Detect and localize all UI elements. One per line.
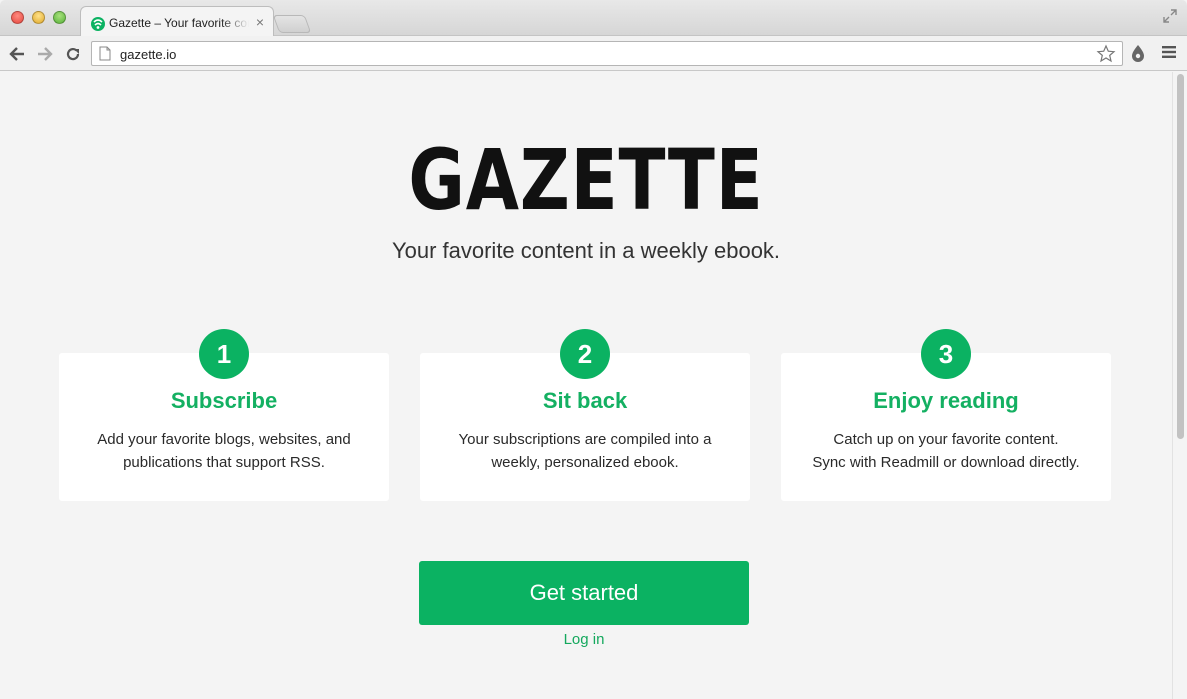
step-description: Your subscriptions are compiled into a w… (420, 428, 750, 474)
browser-window: Gazette – Your favorite content in a wee… (0, 0, 1187, 699)
step-description: Add your favorite blogs, websites, and p… (59, 428, 389, 474)
tab-close-icon[interactable]: × (256, 14, 264, 30)
browser-toolbar: gazette.io (0, 36, 1187, 71)
reload-button[interactable] (63, 44, 83, 64)
scrollbar-thumb[interactable] (1177, 74, 1184, 439)
step-number: 3 (921, 329, 971, 379)
forward-button[interactable] (35, 44, 55, 64)
address-bar[interactable]: gazette.io (91, 41, 1123, 66)
minimize-window-icon[interactable] (32, 11, 45, 24)
step-card-subscribe: 1 Subscribe Add your favorite blogs, web… (59, 329, 389, 501)
url-text: gazette.io (120, 47, 177, 62)
zoom-window-icon[interactable] (53, 11, 66, 24)
reload-icon (66, 47, 80, 61)
step-description-line: publications that support RSS. (123, 454, 325, 471)
step-description-line: Your subscriptions are compiled into a (458, 431, 712, 448)
step-card-enjoy-reading: 3 Enjoy reading Catch up on your favorit… (781, 329, 1111, 501)
window-controls (11, 11, 66, 24)
gazette-logo: GAZETTE (408, 131, 764, 229)
new-tab-icon[interactable] (272, 15, 312, 33)
step-description-line: Sync with Readmill or download directly. (812, 454, 1080, 471)
step-title: Enjoy reading (873, 388, 1019, 413)
step-number: 2 (560, 329, 610, 379)
back-button[interactable] (7, 44, 27, 64)
step-number: 1 (199, 329, 249, 379)
step-description: Catch up on your favorite content. Sync … (781, 428, 1111, 474)
bookmark-star-icon[interactable] (1096, 44, 1116, 64)
menu-icon[interactable] (1162, 46, 1176, 58)
tab-title: Gazette – Your favorite content in a wee… (109, 16, 249, 30)
tab-gazette[interactable]: Gazette – Your favorite content in a wee… (80, 6, 274, 37)
get-started-button[interactable]: Get started (419, 561, 749, 625)
step-description-line: Add your favorite blogs, websites, and (97, 431, 351, 448)
gazette-favicon-icon (91, 17, 105, 31)
step-description-line: Catch up on your favorite content. (833, 431, 1059, 448)
login-link[interactable]: Log in (419, 631, 749, 648)
tab-strip: Gazette – Your favorite content in a wee… (0, 0, 1187, 37)
step-title: Sit back (542, 388, 628, 413)
page-content: GAZETTE Your favorite content in a weekl… (0, 72, 1172, 699)
forward-arrow-icon (38, 47, 53, 61)
close-window-icon[interactable] (11, 11, 24, 24)
step-title: Subscribe (170, 388, 278, 413)
scrollbar[interactable] (1172, 72, 1187, 699)
back-arrow-icon (9, 47, 24, 61)
step-description-line: weekly, personalized ebook. (491, 454, 679, 471)
tagline: Your favorite content in a weekly ebook. (391, 238, 781, 263)
step-card-sit-back: 2 Sit back Your subscriptions are compil… (420, 329, 750, 501)
fullscreen-icon[interactable] (1163, 9, 1177, 23)
extension-icon[interactable] (1130, 44, 1146, 62)
page-icon (99, 46, 111, 61)
